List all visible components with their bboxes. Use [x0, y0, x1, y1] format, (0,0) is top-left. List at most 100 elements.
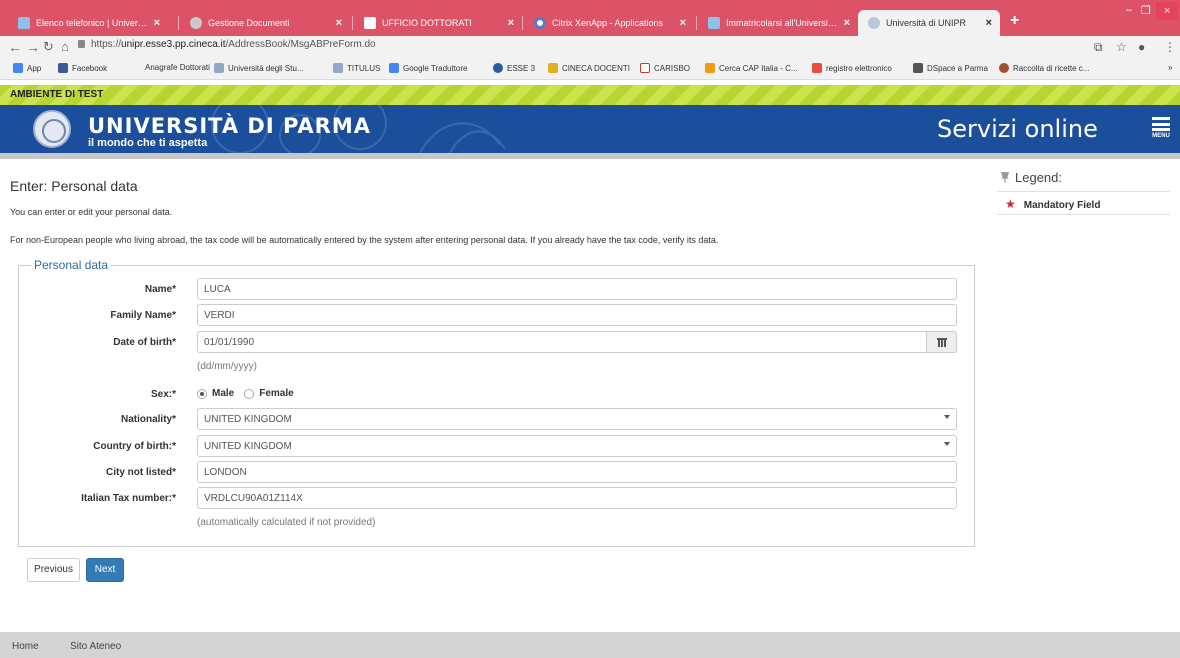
tab-close-icon[interactable]: × [336, 17, 342, 29]
calendar-icon [937, 338, 947, 347]
bookmark-anagrafe[interactable]: Anagrafe Dottorati [145, 63, 210, 72]
tab-close-icon[interactable]: × [154, 17, 160, 29]
dob-input[interactable]: 01/01/1990 [197, 331, 927, 353]
bookmark-carisbo[interactable]: CARISBO [640, 63, 690, 73]
forward-icon[interactable]: → [26, 39, 40, 55]
tax-number-input[interactable]: VRDLCU90A01Z114X [197, 487, 957, 509]
bookmark-google-translate[interactable]: Google Traduttore [389, 63, 467, 73]
bookmarks-overflow-icon[interactable]: » [1168, 63, 1172, 72]
cap-icon [705, 63, 715, 73]
tab-close-icon[interactable]: × [844, 17, 850, 29]
family-name-input[interactable]: VERDI [197, 304, 957, 326]
close-window-icon[interactable]: × [1156, 2, 1179, 20]
back-icon[interactable]: ← [8, 39, 22, 55]
dropdown-caret-icon [944, 415, 950, 419]
recipe-icon [999, 63, 1009, 73]
tab-close-icon[interactable]: × [986, 17, 992, 29]
more-menu-icon[interactable]: ⋮ [1164, 40, 1176, 54]
browser-tab[interactable]: Gestione Documenti × [180, 10, 350, 36]
apps-grid-icon [13, 63, 23, 73]
female-radio[interactable] [244, 388, 255, 399]
unipr-favicon-icon [868, 17, 880, 29]
country-selected-value: UNITED KINGDOM [204, 441, 292, 452]
footer-site-link[interactable]: Sito Ateneo [70, 641, 121, 652]
menu-label: MENU [1152, 133, 1170, 139]
url-field[interactable]: https://unipr.esse3.pp.cineca.it/Address… [78, 39, 376, 50]
dob-label: Date of birth* [113, 337, 176, 348]
dspace-icon [913, 63, 923, 73]
mandatory-star-icon: ★ [1005, 197, 1016, 211]
home-icon[interactable]: ⌂ [61, 39, 69, 54]
lock-icon [78, 40, 85, 48]
tax-number-label: Italian Tax number:* [81, 493, 176, 504]
bookmark-registro[interactable]: registro elettronico [812, 63, 892, 73]
dob-format-hint: (dd/mm/yyyy) [197, 361, 257, 372]
tab-close-icon[interactable]: × [680, 17, 686, 29]
site-favicon-icon [214, 63, 224, 73]
translate-favicon-icon [389, 63, 399, 73]
browser-tab-active[interactable]: Università di UNIPR × [858, 10, 1000, 36]
bookmark-apps[interactable]: App [13, 63, 41, 73]
fieldset-title: Personal data [34, 258, 109, 272]
name-label: Name* [144, 284, 176, 295]
footer-home-link[interactable]: Home [12, 641, 39, 652]
nationality-select[interactable]: UNITED KINGDOM [197, 408, 957, 430]
test-environment-banner: AMBIENTE DI TEST [0, 85, 1180, 105]
star-bookmark-icon[interactable]: ☆ [1116, 40, 1127, 54]
page-title: Enter: Personal data [10, 178, 138, 194]
esse3-icon [493, 63, 503, 73]
male-label[interactable]: Male [212, 388, 234, 399]
tab-title: Citrix XenApp - Applications [552, 18, 664, 28]
services-title: Servizi online [937, 115, 1098, 143]
browser-tab[interactable]: UFFICIO DOTTORATI × [354, 10, 522, 36]
country-of-birth-select[interactable]: UNITED KINGDOM [197, 435, 957, 457]
cineca-icon [548, 63, 558, 73]
next-button[interactable]: Next [86, 558, 124, 582]
browser-tab[interactable]: Elenco telefonico | Università deg × [8, 10, 168, 36]
nationality-selected-value: UNITED KINGDOM [204, 414, 292, 425]
menu-button[interactable]: MENU [1148, 117, 1174, 139]
legend-title: Legend: [1015, 170, 1062, 185]
url-host: unipr.esse3.pp.cineca.it [121, 39, 226, 50]
male-radio[interactable] [197, 388, 207, 399]
browser-tab-bar: Elenco telefonico | Università deg × Ges… [0, 0, 1180, 36]
site-favicon-icon [333, 63, 343, 73]
bookmark-cineca[interactable]: CINECA DOCENTI [548, 63, 630, 73]
bookmark-cap[interactable]: Cerca CAP Italia - C... [705, 63, 798, 73]
gear-favicon-icon [190, 17, 202, 29]
female-label[interactable]: Female [259, 388, 293, 399]
bookmark-ricette[interactable]: Raccolta di ricette c... [999, 63, 1089, 73]
bookmark-universita[interactable]: Università degli Stu... [214, 63, 304, 73]
browser-tab[interactable]: Immatricolarsi all'Università di Pa × [698, 10, 858, 36]
name-input[interactable]: LUCA [197, 278, 957, 300]
calendar-button[interactable] [926, 331, 957, 353]
tab-title: Immatricolarsi all'Università di Pa [726, 18, 838, 28]
site-header: UNIVERSITÀ DI PARMA il mondo che ti aspe… [0, 105, 1180, 153]
bookmark-dspace[interactable]: DSpace a Parma [913, 63, 988, 73]
previous-button[interactable]: Previous [27, 558, 80, 582]
sex-label: Sex:* [150, 389, 176, 400]
tab-title: UFFICIO DOTTORATI [382, 18, 472, 28]
university-seal-logo[interactable] [33, 110, 71, 148]
translate-icon[interactable]: ⧉ [1094, 40, 1103, 55]
registro-icon [812, 63, 822, 73]
header-divider [0, 153, 1180, 159]
browser-tab[interactable]: Citrix XenApp - Applications × [524, 10, 694, 36]
university-name[interactable]: UNIVERSITÀ DI PARMA [88, 114, 371, 138]
country-of-birth-label: Country of birth:* [93, 441, 176, 452]
tab-title: Elenco telefonico | Università deg [36, 18, 148, 28]
maximize-icon[interactable]: ❐ [1141, 4, 1151, 17]
bookmark-titulus[interactable]: TITULUS [333, 63, 380, 73]
tab-close-icon[interactable]: × [508, 17, 514, 29]
bookmark-facebook[interactable]: Facebook [58, 63, 107, 73]
footer: Home Sito Ateneo [0, 632, 1180, 658]
bookmark-esse3[interactable]: ESSE 3 [493, 63, 535, 73]
hamburger-icon [1152, 117, 1170, 131]
site-favicon-icon [18, 17, 30, 29]
new-tab-icon[interactable]: + [1010, 12, 1019, 30]
tab-title: Università di UNIPR [886, 18, 967, 28]
minimize-icon[interactable]: – [1126, 4, 1132, 16]
account-icon[interactable]: ● [1138, 40, 1145, 54]
city-input[interactable]: LONDON [197, 461, 957, 483]
reload-icon[interactable]: ↻ [43, 39, 54, 55]
